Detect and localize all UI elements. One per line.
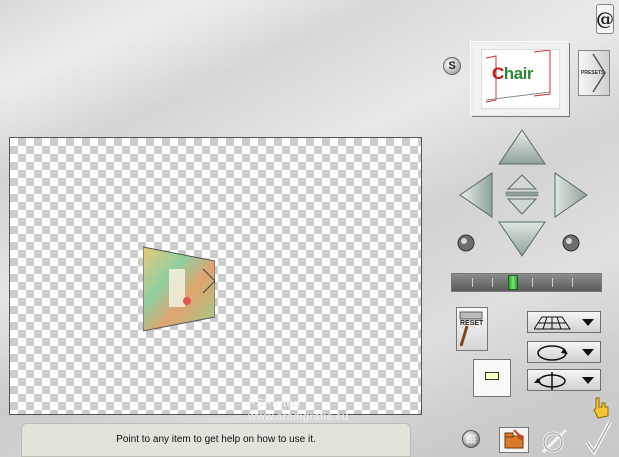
presets-button[interactable]: PRESETS — [578, 50, 610, 96]
chevron-right-icon — [592, 53, 606, 93]
hammer-icon — [459, 311, 483, 347]
rotate-left-knob[interactable] — [457, 234, 475, 252]
zoom-tick — [552, 278, 553, 287]
frame-icon — [485, 372, 499, 380]
preview-canvas[interactable]: PSPinted www.aradigrafie.eu — [9, 137, 422, 423]
folder-shape — [504, 429, 524, 449]
perspective-grid-icon — [534, 316, 571, 330]
move-right-arrow[interactable] — [551, 171, 589, 219]
preview-image: Chair — [481, 49, 560, 109]
reset-button[interactable]: RESET — [456, 307, 488, 351]
folder-icon[interactable] — [499, 427, 529, 453]
status-text: Point to any item to get help on how to … — [116, 434, 316, 445]
logo-glyph: @ — [596, 8, 614, 30]
frame-preview-button[interactable] — [473, 359, 511, 397]
move-up-arrow[interactable] — [497, 128, 547, 168]
scale-arrows[interactable] — [503, 174, 541, 216]
app-logo-icon[interactable]: @ — [596, 4, 614, 34]
chevron-down-icon — [582, 349, 594, 356]
flip-icon — [534, 372, 566, 390]
rotate-dropdown[interactable] — [527, 341, 601, 363]
grid-icon[interactable] — [462, 430, 480, 448]
rotate-right-knob[interactable] — [562, 234, 580, 252]
chevron-down-icon — [582, 319, 594, 326]
s-button-label: S — [448, 60, 456, 72]
preview-caption: Chair — [492, 64, 533, 83]
perspective-dropdown[interactable] — [527, 311, 601, 333]
flip-dropdown[interactable] — [527, 369, 601, 391]
watermark-line-2: www.aradigrafie.eu — [248, 411, 349, 423]
grid-lines — [466, 434, 476, 444]
zoom-tick — [572, 278, 573, 287]
zoom-tick — [472, 278, 473, 287]
watermark: PSPinted www.aradigrafie.eu — [248, 396, 348, 424]
chevron-down-icon — [582, 377, 594, 384]
zoom-slider-thumb[interactable] — [508, 275, 518, 290]
move-left-arrow[interactable] — [458, 171, 496, 219]
status-bar: Point to any item to get help on how to … — [21, 423, 411, 457]
move-down-arrow[interactable] — [497, 218, 547, 258]
preview-thumbnail[interactable]: Chair — [471, 42, 569, 116]
zoom-slider[interactable] — [451, 273, 602, 292]
cancel-icon[interactable] — [540, 428, 570, 454]
checkmark-icon[interactable] — [583, 416, 613, 456]
zoom-tick — [532, 278, 533, 287]
s-button[interactable]: S — [443, 57, 461, 75]
rotate-icon — [537, 345, 568, 361]
transformed-image[interactable] — [143, 245, 215, 333]
zoom-tick — [492, 278, 493, 287]
watermark-line-1: PSPinted — [248, 396, 301, 410]
reset-label: RESET — [460, 320, 484, 327]
